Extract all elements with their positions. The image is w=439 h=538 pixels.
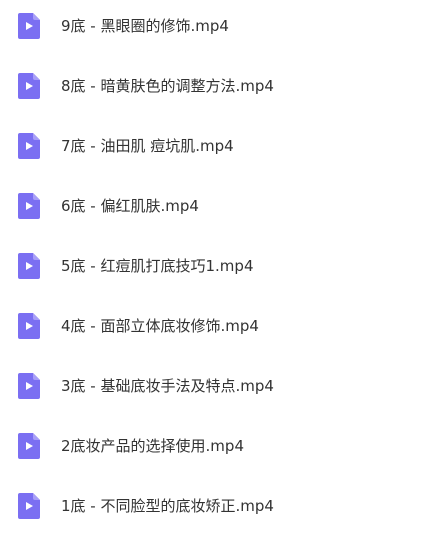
video-file-icon bbox=[18, 13, 40, 39]
list-item[interactable]: 8底 - 暗黄肤色的调整方法.mp4 bbox=[18, 72, 274, 100]
file-name: 1底 - 不同脸型的底妆矫正.mp4 bbox=[61, 497, 274, 515]
video-file-icon bbox=[18, 493, 40, 519]
list-item[interactable]: 2底妆产品的选择使用.mp4 bbox=[18, 432, 244, 460]
list-item[interactable]: 1底 - 不同脸型的底妆矫正.mp4 bbox=[18, 492, 274, 520]
video-file-icon bbox=[18, 133, 40, 159]
file-list: 9底 - 黑眼圈的修饰.mp4 8底 - 暗黄肤色的调整方法.mp4 7底 - … bbox=[0, 0, 439, 538]
list-item[interactable]: 9底 - 黑眼圈的修饰.mp4 bbox=[18, 12, 229, 40]
file-name: 7底 - 油田肌 痘坑肌.mp4 bbox=[61, 137, 234, 155]
video-file-icon bbox=[18, 253, 40, 279]
file-name: 6底 - 偏红肌肤.mp4 bbox=[61, 197, 199, 215]
file-name: 5底 - 红痘肌打底技巧1.mp4 bbox=[61, 257, 254, 275]
video-file-icon bbox=[18, 433, 40, 459]
video-file-icon bbox=[18, 373, 40, 399]
list-item[interactable]: 3底 - 基础底妆手法及特点.mp4 bbox=[18, 372, 274, 400]
file-name: 8底 - 暗黄肤色的调整方法.mp4 bbox=[61, 77, 274, 95]
file-name: 4底 - 面部立体底妆修饰.mp4 bbox=[61, 317, 259, 335]
list-item[interactable]: 7底 - 油田肌 痘坑肌.mp4 bbox=[18, 132, 234, 160]
list-item[interactable]: 6底 - 偏红肌肤.mp4 bbox=[18, 192, 199, 220]
file-name: 9底 - 黑眼圈的修饰.mp4 bbox=[61, 17, 229, 35]
list-item[interactable]: 5底 - 红痘肌打底技巧1.mp4 bbox=[18, 252, 253, 280]
list-item[interactable]: 4底 - 面部立体底妆修饰.mp4 bbox=[18, 312, 259, 340]
video-file-icon bbox=[18, 313, 40, 339]
video-file-icon bbox=[18, 73, 40, 99]
file-name: 3底 - 基础底妆手法及特点.mp4 bbox=[61, 377, 274, 395]
video-file-icon bbox=[18, 193, 40, 219]
file-name: 2底妆产品的选择使用.mp4 bbox=[61, 437, 244, 455]
